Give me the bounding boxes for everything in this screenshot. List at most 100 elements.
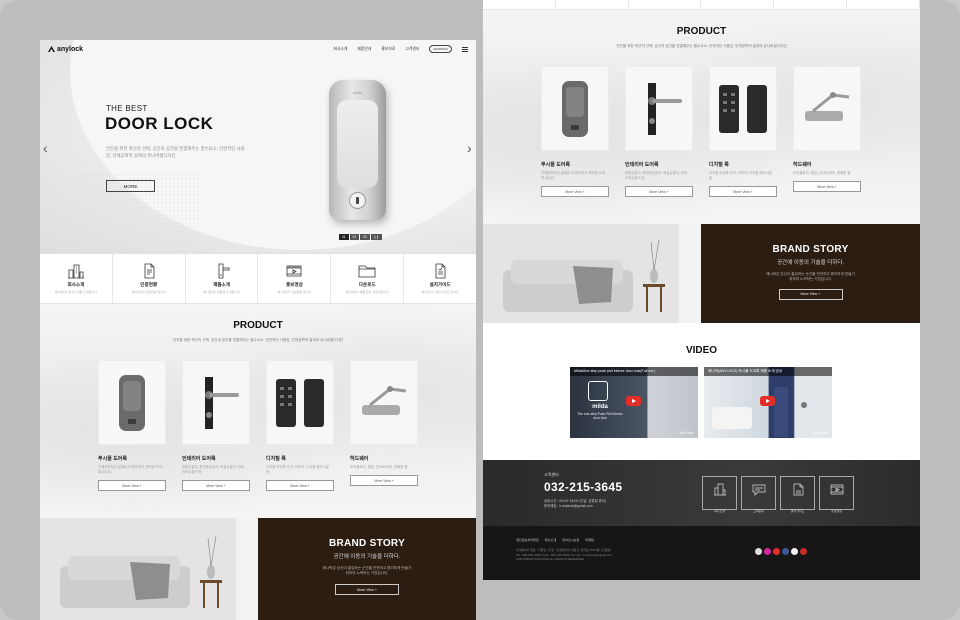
cs-phone[interactable]: 032-215-3645 bbox=[544, 480, 622, 494]
brand-story-desc: 애니락은 당신이 출입하는 순간을 안전하고 편리하게 만들기 위하여 노력하는… bbox=[322, 566, 412, 575]
menu-icon[interactable] bbox=[462, 46, 468, 52]
brand-story-subtitle: 공간에 이동의 기술을 더하다. bbox=[777, 260, 844, 266]
cs-box-inquiry[interactable]: 고객문의 bbox=[741, 476, 776, 513]
digital-lock-image bbox=[276, 378, 324, 427]
quick-card-product[interactable]: 제품소개 애니락(주) 제품을 소개합니다 bbox=[186, 254, 259, 303]
quick-card-sub: 애니락(주) 인증현황 입니다 bbox=[131, 290, 166, 294]
product-desc: 디지털 도어록 주키, 보조키, 디지털 메카니컬 등 bbox=[266, 465, 329, 474]
quick-card-guide[interactable]: 설치가이드 애니락(주) 설치가이드 입니다 bbox=[404, 254, 476, 303]
youtube-logo: YouTube bbox=[679, 431, 693, 435]
more-view-button[interactable]: More View + bbox=[625, 186, 693, 197]
product-name: 하드웨어 bbox=[350, 456, 369, 462]
product-card-interior[interactable]: 인테리어 도어록 방문손잡이, 현관문손잡이, 욕실손잡이, 인테리어손잡이 등… bbox=[625, 66, 693, 197]
site-logo[interactable]: anylock bbox=[48, 46, 83, 53]
pager-item[interactable]: 02 bbox=[349, 234, 360, 240]
cs-box-guide[interactable]: 설치가이드 bbox=[780, 476, 815, 513]
living-room-photo bbox=[483, 224, 701, 323]
product-card-interior[interactable]: 인테리어 도어록 방문손잡이, 현관문손잡이, 욕실손잡이, 인테리어손잡이 등… bbox=[182, 360, 250, 491]
nav-pill-button[interactable]: WORKING bbox=[429, 45, 452, 53]
site-header: anylock 회사소개 제품안내 홍보자료 고객센터 WORKING bbox=[40, 40, 476, 58]
youtube-logo: YouTube bbox=[813, 431, 827, 435]
video-icon bbox=[286, 265, 302, 277]
product-card-digital[interactable]: 디지털 록 디지털 도어록 주키, 보조키, 디지털 메카니컬 등 More V… bbox=[709, 66, 777, 197]
product-card-hardware[interactable]: 하드웨어 도어클로저, 경첩, 인서트/보조, 방화문 등 More View … bbox=[350, 360, 418, 491]
product-card-pushpull[interactable]: 푸시풀 도어록 인체공학적인 설계로 더 편리하고 편리한 도어록 입니다. M… bbox=[98, 360, 166, 491]
cs-box-video[interactable]: 홍보영상 bbox=[819, 476, 854, 513]
product-name: 푸시풀 도어록 bbox=[541, 162, 570, 168]
brand-more-button[interactable]: More View + bbox=[778, 288, 843, 300]
instagram-icon[interactable] bbox=[764, 548, 771, 555]
footer-link[interactable]: 찾아오시는길 bbox=[562, 537, 579, 542]
nav-item[interactable]: 회사소개 bbox=[333, 47, 347, 52]
quick-card-download[interactable]: 다운로드 애니락(주) 제품 관련 자료실입니다 bbox=[331, 254, 405, 303]
pushpull-lock-image bbox=[562, 80, 588, 137]
product-desc: 방문손잡이, 현관문손잡이, 욕실손잡이, 인테리어손잡이 등 bbox=[625, 171, 687, 180]
footer-link[interactable]: 마케팅 bbox=[585, 537, 594, 542]
product-card-pushpull[interactable]: 푸시풀 도어록 인체공학적인 설계로 더 편리하고 편리한 도어록 입니다. M… bbox=[541, 66, 609, 197]
more-view-button[interactable]: More View + bbox=[793, 181, 861, 192]
brand-story-title: BRAND STORY bbox=[328, 538, 406, 549]
product-desc: 안전을 위한 최선의 선택, 공간과 공간을 연결해주는 필수요소, 안전적인 … bbox=[616, 44, 787, 48]
quick-card-company[interactable]: 회사소개 애니락(주) 회사소개를 소개합니다 bbox=[40, 254, 113, 303]
left-page: THE BEST DOOR LOCK 안전을 위한 최선의 선택, 공간과 공간… bbox=[40, 40, 476, 620]
product-image bbox=[182, 360, 250, 445]
customer-center: 고객센터 032-215-3645 상담시간 : 09:00~18:00 (주말… bbox=[483, 460, 920, 526]
main-nav: 회사소개 제품안내 홍보자료 고객센터 WORKING bbox=[333, 45, 468, 53]
pager-item[interactable]: 03 bbox=[360, 234, 370, 240]
kakao-icon[interactable] bbox=[791, 548, 798, 555]
interior-lock-image bbox=[648, 82, 682, 135]
more-view-button[interactable]: More View + bbox=[266, 480, 334, 491]
blog-icon[interactable] bbox=[755, 548, 762, 555]
footer-links: 개인정보처리방침 회사소개 찾아오시는길 마케팅 bbox=[516, 537, 594, 542]
footer-link[interactable]: 개인정보처리방침 bbox=[516, 537, 539, 542]
brand-story-text: BRAND STORY 공간에 이동의 기술을 더하다. 애니락은 당신이 출입… bbox=[701, 224, 920, 323]
pause-icon[interactable]: ❙❙ bbox=[370, 234, 382, 240]
hero-title: DOOR LOCK bbox=[105, 114, 214, 133]
pager-item[interactable]: 01 bbox=[339, 234, 349, 240]
nav-item[interactable]: 홍보자료 bbox=[381, 47, 395, 52]
slide-pager: 01 02 03 ❙❙ bbox=[339, 234, 382, 240]
product-card-digital[interactable]: 디지털 록 디지털 도어록 주키, 보조키, 디지털 메카니컬 등 More V… bbox=[266, 360, 334, 491]
certification-mark-icon bbox=[800, 548, 807, 555]
nav-item[interactable]: 제품안내 bbox=[357, 47, 371, 52]
strip-cell bbox=[774, 0, 848, 9]
footer-link[interactable]: 회사소개 bbox=[545, 537, 556, 542]
hero-more-button[interactable]: MORE bbox=[106, 180, 155, 192]
building-icon bbox=[67, 264, 84, 279]
quick-card-certificate[interactable]: 인증현황 애니락(주) 인증현황 입니다 bbox=[113, 254, 186, 303]
product-card-hardware[interactable]: 하드웨어 도어클로저, 경첩, 인서트/보조, 방화문 등 More View … bbox=[793, 66, 861, 197]
building-icon bbox=[713, 483, 726, 496]
product-desc: 인체공학적인 설계로 더 편리하고 편리한 도어록 입니다. bbox=[98, 465, 162, 474]
nav-item[interactable]: 고객센터 bbox=[405, 47, 419, 52]
door-closer-image bbox=[805, 91, 850, 121]
video-thumb-1[interactable]: MildaOne-step push pull interior door lo… bbox=[570, 367, 698, 438]
more-view-button[interactable]: More View + bbox=[182, 480, 250, 491]
cs-box-label: 홍보영상 bbox=[830, 509, 843, 513]
youtube-play-icon[interactable] bbox=[626, 396, 641, 406]
cs-email[interactable]: 문의메일 : h.anylock@gmail.com bbox=[544, 504, 606, 509]
quick-card-video[interactable]: 홍보영상 애니락(주) 홍보영상 입니다 bbox=[258, 254, 332, 303]
video-section: VIDEO bbox=[483, 323, 920, 460]
youtube-play-icon[interactable] bbox=[760, 396, 775, 406]
product-desc: 인체공학적인 설계로 더 편리하고 편리한 도어록 입니다. bbox=[541, 171, 605, 180]
quick-card-sub: 애니락(주) 설치가이드 입니다 bbox=[421, 290, 459, 294]
quick-card-title: 설치가이드 bbox=[429, 282, 451, 287]
guide-icon bbox=[435, 263, 446, 279]
prev-slide-icon[interactable]: ‹ bbox=[43, 140, 48, 156]
product-desc: 도어클로저, 경첩, 인서트/보조, 방화문 등 bbox=[350, 465, 408, 469]
cs-label: 고객센터 bbox=[544, 472, 559, 477]
product-name: 하드웨어 bbox=[793, 162, 812, 168]
sofa-illustration bbox=[40, 518, 258, 620]
cs-box-label: 회사소개 bbox=[713, 509, 726, 513]
brand-story-desc: 애니락은 당신이 출입하는 순간을 안전하고 편리하게 만들기 위하여 노력하는… bbox=[766, 272, 855, 281]
next-slide-icon[interactable]: › bbox=[467, 140, 472, 156]
more-view-button[interactable]: More View + bbox=[98, 480, 166, 491]
video-thumb-2[interactable]: 애니락(ANYLOCK) 푸시풀 도어록 제품 소개 영상 YouTube bbox=[704, 367, 832, 438]
brand-more-button[interactable]: More View + bbox=[335, 584, 399, 595]
facebook-icon[interactable] bbox=[782, 548, 789, 555]
cs-box-company[interactable]: 회사소개 bbox=[702, 476, 737, 513]
more-view-button[interactable]: More View + bbox=[350, 475, 418, 486]
more-view-button[interactable]: More View + bbox=[709, 186, 777, 197]
more-view-button[interactable]: More View + bbox=[541, 186, 609, 197]
youtube-icon[interactable] bbox=[773, 548, 780, 555]
